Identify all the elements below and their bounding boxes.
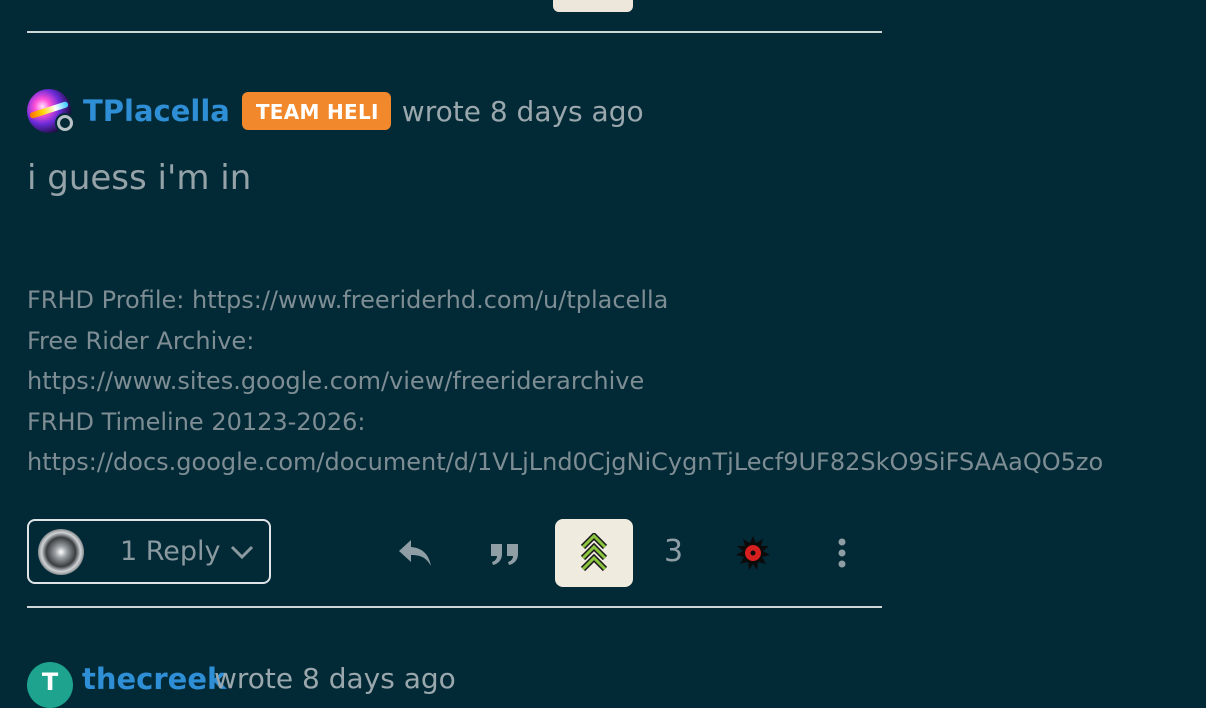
status-offline-icon xyxy=(55,113,75,133)
more-options-icon xyxy=(838,538,846,568)
post-timestamp[interactable]: wrote 8 days ago xyxy=(402,95,644,128)
signature-line: Free Rider Archive: xyxy=(27,326,255,355)
post-divider-top xyxy=(27,31,882,33)
previous-post-upvote-button[interactable] xyxy=(553,0,633,12)
quote-button[interactable] xyxy=(482,519,528,587)
upvote-chevrons-icon xyxy=(580,533,608,572)
post-header: TPlacella TEAM HELI wrote 8 days ago xyxy=(27,88,644,134)
post-body: i guess i'm in xyxy=(27,158,252,198)
chevron-down-icon xyxy=(230,545,254,560)
post-username[interactable]: TPlacella xyxy=(83,94,230,128)
replies-label: 1 Reply xyxy=(120,536,221,567)
next-post-username[interactable]: thecreek xyxy=(82,662,226,696)
signature-line: FRHD Timeline 20123-2026: xyxy=(27,407,366,436)
replies-toggle-button[interactable]: 1 Reply xyxy=(27,519,271,584)
user-avatar[interactable] xyxy=(27,89,75,133)
signature-line: https://www.sites.google.com/view/freeri… xyxy=(27,367,645,395)
signature-line: https://docs.google.com/document/d/1VLjL… xyxy=(27,448,1104,476)
next-post-avatar[interactable]: T xyxy=(27,662,73,708)
next-post-timestamp[interactable]: wrote 8 days ago xyxy=(214,662,456,695)
quote-icon xyxy=(491,544,518,565)
report-button[interactable] xyxy=(731,519,775,587)
upvote-button[interactable] xyxy=(555,519,633,587)
group-badge[interactable]: TEAM HELI xyxy=(241,92,391,130)
vote-count[interactable]: 3 xyxy=(664,534,683,569)
report-icon xyxy=(736,536,770,570)
reply-user-avatar xyxy=(38,528,84,575)
signature-line: FRHD Profile: https://www.freeriderhd.co… xyxy=(27,286,669,314)
post-signature: FRHD Profile: https://www.freeriderhd.co… xyxy=(27,280,1103,483)
more-options-button[interactable] xyxy=(826,519,858,587)
post-divider-bottom xyxy=(27,606,882,608)
reply-button[interactable] xyxy=(392,519,438,587)
reply-icon xyxy=(399,540,431,566)
